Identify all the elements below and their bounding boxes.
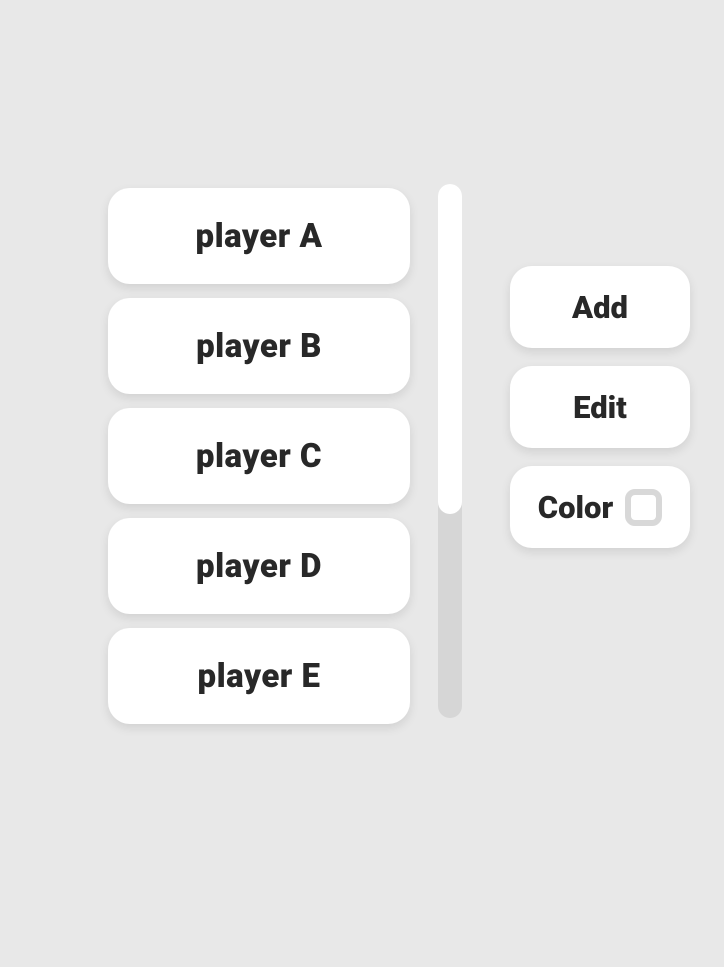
player-name-label: player D [196, 547, 322, 586]
player-item[interactable]: player B [108, 298, 410, 394]
player-name-label: player A [195, 217, 322, 256]
scrollbar-thumb[interactable] [438, 184, 462, 514]
scrollbar-track[interactable] [438, 184, 462, 718]
add-button-label: Add [572, 289, 628, 326]
player-name-label: player C [196, 437, 322, 476]
edit-button[interactable]: Edit [510, 366, 690, 448]
player-list: player A player B player C player D play… [108, 188, 410, 724]
color-button[interactable]: Color [510, 466, 690, 548]
color-swatch-icon [625, 489, 662, 526]
edit-button-label: Edit [573, 389, 627, 426]
main-container: player A player B player C player D play… [108, 188, 690, 724]
actions-panel: Add Edit Color [510, 266, 690, 548]
player-name-label: player B [196, 327, 322, 366]
add-button[interactable]: Add [510, 266, 690, 348]
color-button-label: Color [538, 489, 613, 526]
player-item[interactable]: player D [108, 518, 410, 614]
player-item[interactable]: player E [108, 628, 410, 724]
player-name-label: player E [198, 657, 321, 696]
player-item[interactable]: player A [108, 188, 410, 284]
player-item[interactable]: player C [108, 408, 410, 504]
